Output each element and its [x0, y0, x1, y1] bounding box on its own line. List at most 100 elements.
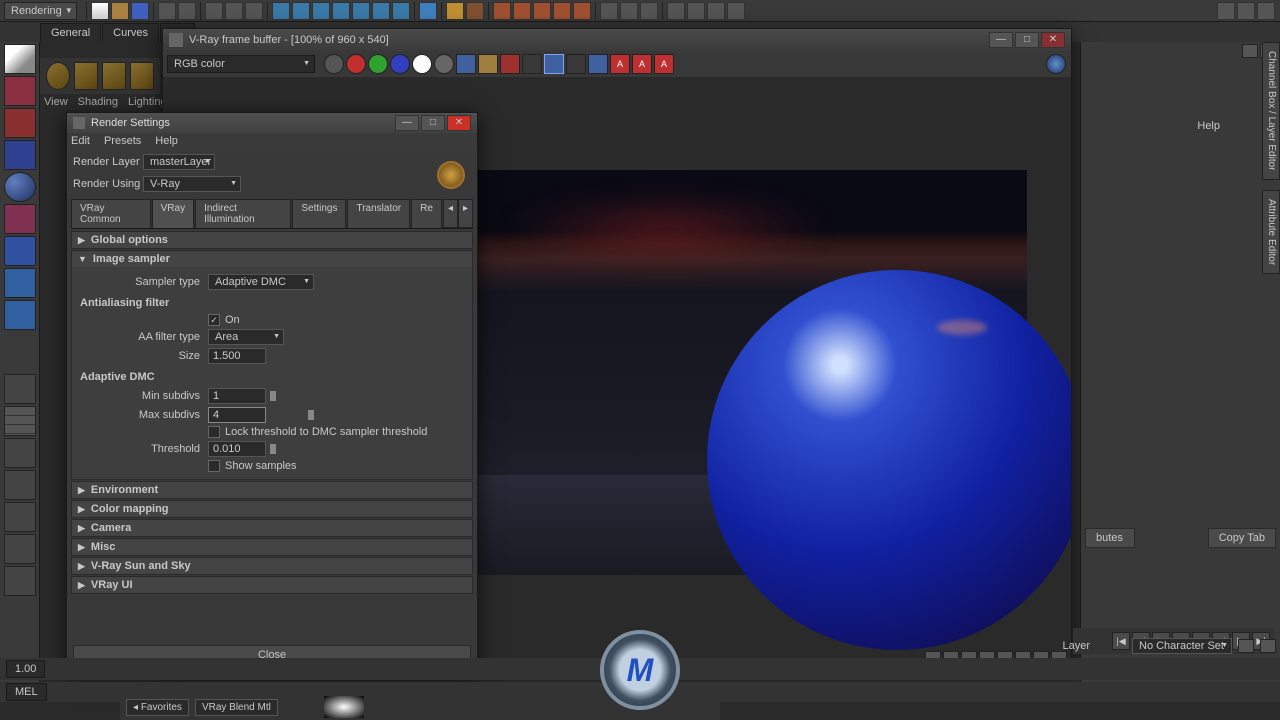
link-pdplayer-icon[interactable] [566, 54, 586, 74]
rotate-tool-icon[interactable] [4, 172, 36, 202]
save-scene-icon[interactable] [131, 2, 149, 20]
universal-manip-icon[interactable] [4, 236, 36, 266]
history-4-icon[interactable] [553, 2, 571, 20]
threshold-input[interactable] [208, 441, 266, 457]
vray-blend-mtl-item[interactable]: VRay Blend Mtl [195, 699, 278, 716]
panel-4-icon[interactable] [727, 2, 745, 20]
aa-on-checkbox[interactable]: ✓ [208, 314, 220, 326]
four-view-icon[interactable] [4, 406, 36, 436]
frame-buffer-titlebar[interactable]: V-Ray frame buffer - [100% of 960 x 540]… [163, 29, 1071, 51]
select-tool-icon[interactable] [205, 2, 223, 20]
channel-alpha-icon[interactable] [412, 54, 432, 74]
vfb-settings-icon[interactable] [1046, 54, 1066, 74]
three-view-icon[interactable] [4, 502, 36, 532]
rs-menu-edit[interactable]: Edit [71, 135, 90, 149]
attributes-button[interactable]: butes [1085, 528, 1135, 548]
channel-dropdown[interactable]: RGB color [167, 55, 315, 73]
layout-1-icon[interactable] [600, 2, 618, 20]
panel-1-icon[interactable] [667, 2, 685, 20]
primitive-cylinder-icon[interactable] [102, 62, 126, 90]
tab-render-elements[interactable]: Re [411, 199, 442, 228]
sampler-type-dropdown[interactable]: Adaptive DMC [208, 274, 314, 290]
dock-2-icon[interactable] [1237, 2, 1255, 20]
snap-plane-icon[interactable] [332, 2, 350, 20]
render-settings-titlebar[interactable]: Render Settings — □ ✕ [67, 113, 477, 133]
persp-icon[interactable] [4, 534, 36, 564]
two-view-v-icon[interactable] [4, 470, 36, 500]
rs-menu-presets[interactable]: Presets [104, 135, 141, 149]
current-frame-field[interactable]: 1.00 [6, 660, 45, 678]
section-environment[interactable]: ▶Environment [72, 482, 472, 498]
clear-image-icon[interactable] [500, 54, 520, 74]
primitive-cube-icon[interactable] [74, 62, 98, 90]
outliner-icon[interactable] [4, 566, 36, 596]
tab-indirect-illumination[interactable]: Indirect Illumination [195, 199, 291, 228]
snap-toggle-icon[interactable] [392, 2, 410, 20]
max-subdivs-slider[interactable] [308, 410, 314, 420]
render-current-icon[interactable] [446, 2, 464, 20]
show-samples-checkbox[interactable] [208, 460, 220, 472]
min-subdivs-input[interactable] [208, 388, 266, 404]
channel-green-icon[interactable] [368, 54, 388, 74]
material-swatch-icon[interactable] [324, 696, 364, 718]
paint-select-icon[interactable] [4, 108, 36, 138]
section-camera[interactable]: ▶Camera [72, 520, 472, 536]
lasso-select-icon[interactable] [4, 76, 36, 106]
region-render-icon[interactable] [522, 54, 542, 74]
viewport-view[interactable]: View [44, 96, 68, 108]
snap-curve-icon[interactable] [292, 2, 310, 20]
channel-mono-icon[interactable] [434, 54, 454, 74]
aa-size-input[interactable] [208, 348, 266, 364]
favorites-dropdown[interactable]: ◂ Favorites [126, 699, 189, 716]
channel-red-icon[interactable] [346, 54, 366, 74]
redo-icon[interactable] [178, 2, 196, 20]
snap-live-icon[interactable] [372, 2, 390, 20]
close-button[interactable]: ✕ [1041, 32, 1065, 48]
panel-2-icon[interactable] [687, 2, 705, 20]
rs-maximize-button[interactable]: □ [421, 115, 445, 131]
undo-icon[interactable] [158, 2, 176, 20]
ipr-render-icon[interactable] [466, 2, 484, 20]
threshold-slider[interactable] [270, 444, 276, 454]
tab-scroll-right[interactable]: ▸ [458, 199, 473, 228]
render-using-dropdown[interactable]: V-Ray [143, 176, 241, 192]
dock-3-icon[interactable] [1257, 2, 1275, 20]
maximize-button[interactable]: □ [1015, 32, 1039, 48]
channel-box-tab[interactable]: Channel Box / Layer Editor [1262, 42, 1280, 180]
scale-tool-icon[interactable] [4, 204, 36, 234]
new-scene-icon[interactable] [91, 2, 109, 20]
section-misc[interactable]: ▶Misc [72, 539, 472, 555]
channel-blue-icon[interactable] [390, 54, 410, 74]
history-3-icon[interactable] [533, 2, 551, 20]
tab-vray[interactable]: VRay [152, 199, 194, 228]
tab-translator[interactable]: Translator [347, 199, 410, 228]
attribute-editor-tab[interactable]: Attribute Editor [1262, 190, 1280, 274]
lasso-tool-icon[interactable] [225, 2, 243, 20]
min-subdivs-slider[interactable] [270, 391, 276, 401]
viewport-lighting[interactable]: Lighting [128, 96, 167, 108]
single-view-icon[interactable] [4, 374, 36, 404]
character-set-dropdown[interactable]: No Character Set [1132, 638, 1232, 654]
load-image-icon[interactable] [478, 54, 498, 74]
right-help[interactable]: Help [1197, 120, 1220, 132]
panel-3-icon[interactable] [707, 2, 725, 20]
rs-menu-help[interactable]: Help [155, 135, 178, 149]
charset-btn1-icon[interactable] [1238, 639, 1254, 653]
move-tool-icon[interactable] [4, 140, 36, 170]
minimize-button[interactable]: — [989, 32, 1013, 48]
primitive-sphere-icon[interactable] [46, 62, 70, 90]
history-2-icon[interactable] [513, 2, 531, 20]
construction-history-icon[interactable] [493, 2, 511, 20]
workspace-dropdown[interactable]: Rendering [4, 2, 77, 20]
force-color-clamping-icon[interactable] [588, 54, 608, 74]
section-global-options[interactable]: ▶Global options [72, 232, 472, 248]
show-manip-icon[interactable] [4, 300, 36, 330]
tab-settings[interactable]: Settings [292, 199, 346, 228]
compare-a-icon[interactable]: A [610, 54, 630, 74]
tab-vray-common[interactable]: VRay Common [71, 199, 151, 228]
dock-1-icon[interactable] [1217, 2, 1235, 20]
rs-minimize-button[interactable]: — [395, 115, 419, 131]
channel-all-icon[interactable] [324, 54, 344, 74]
primitive-cone-icon[interactable] [130, 62, 154, 90]
section-image-sampler[interactable]: ▼Image sampler [72, 251, 472, 267]
